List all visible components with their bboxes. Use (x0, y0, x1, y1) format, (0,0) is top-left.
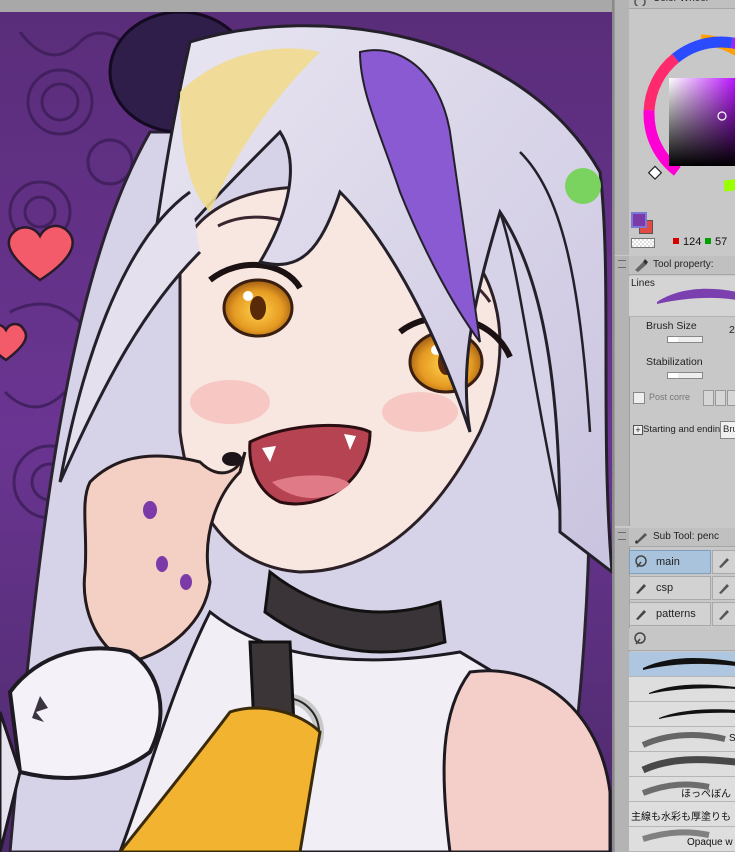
sub-tool-panel: Sub Tool: penc main csp patterns ほっぺぼん 主… (615, 528, 735, 852)
subtool-side-button[interactable] (712, 602, 735, 626)
brush-size-label: Brush Size (646, 320, 697, 332)
right-panel: Color Wheel (614, 0, 735, 852)
tool-property-strip[interactable] (615, 256, 630, 526)
sleeve-cuff (7, 646, 163, 780)
sub-tool-header[interactable]: Sub Tool: penc (629, 528, 735, 547)
brush-stroke-sample (643, 658, 735, 670)
blush-left (190, 380, 270, 424)
lines-label: Lines (631, 278, 655, 289)
red-dot-icon (673, 238, 679, 244)
subtool-group-label: main (656, 556, 680, 568)
canvas-top-bar (0, 0, 614, 12)
color-wheel-header[interactable]: Color Wheel (629, 0, 735, 9)
starting-ending-select[interactable]: Bru (720, 421, 735, 439)
brush-item-label: 主線も水彩も厚塗りも (631, 812, 731, 823)
brush-list-header (629, 628, 735, 651)
brush-item[interactable]: ほっぺぼん (629, 777, 735, 802)
subtool-group-label: csp (656, 582, 674, 594)
tool-property-title: Tool property: (653, 259, 714, 270)
brush-item[interactable] (629, 752, 735, 777)
hue-picker-handle[interactable] (647, 165, 663, 180)
color-wheel[interactable] (631, 34, 735, 194)
brush-group-icon (634, 555, 648, 569)
color-wheel-title: Color Wheel (653, 0, 708, 8)
brush-item[interactable]: 主線も水彩も厚塗りも (629, 802, 735, 827)
brush-item[interactable] (629, 702, 735, 727)
starting-ending-label: Starting and ending (643, 424, 726, 435)
post-correction-option-3[interactable] (727, 390, 735, 406)
brush-group-icon (633, 632, 647, 649)
tool-property-header[interactable]: Tool property: (629, 256, 735, 275)
pencil-icon (633, 530, 649, 544)
subtool-side-button[interactable] (712, 576, 735, 600)
brush-stroke-sample (641, 732, 726, 748)
brush-item[interactable] (629, 652, 735, 677)
pen-icon (634, 607, 648, 621)
brush-item-label: S (729, 733, 735, 744)
sub-tool-strip[interactable] (615, 528, 630, 852)
color-panel-strip[interactable] (615, 0, 630, 255)
grip-icon[interactable] (618, 260, 626, 268)
foreground-color-swatch[interactable] (631, 212, 647, 228)
pen-tool-icon (633, 258, 649, 272)
brush-preview-row[interactable]: Lines (629, 276, 735, 317)
post-correction-option-1[interactable] (703, 390, 714, 406)
brush-item[interactable] (629, 677, 735, 702)
brush-size-value: 2 (729, 324, 735, 336)
stabilization-row[interactable]: Stabilization (629, 352, 735, 388)
brush-stroke-sample (659, 709, 735, 719)
brush-stroke-sample (641, 756, 735, 774)
stabilization-label: Stabilization (646, 356, 703, 368)
drawing-canvas[interactable] (0, 0, 614, 852)
post-correction-option-2[interactable] (715, 390, 726, 406)
subtool-group-patterns[interactable]: patterns (629, 602, 711, 626)
brush-stroke-sample (649, 684, 735, 694)
blush-right (382, 392, 458, 432)
post-correction-checkbox[interactable] (633, 392, 645, 404)
grip-icon[interactable] (618, 532, 626, 540)
post-correction-label: Post corre (649, 392, 691, 402)
green-dot-icon (705, 238, 711, 244)
stabilization-slider[interactable] (667, 372, 703, 379)
subtool-group-label: patterns (656, 608, 696, 620)
brush-stroke-preview (657, 288, 735, 304)
pen-icon (634, 581, 648, 595)
brush-item-label: Opaque w (687, 837, 733, 848)
brush-item[interactable]: Opaque w (629, 827, 735, 852)
transparent-color-swatch[interactable] (631, 238, 655, 248)
starting-ending-row[interactable]: + Starting and ending Bru (629, 420, 735, 440)
post-correction-row[interactable]: Post corre (629, 388, 735, 408)
color-wheel-panel: Color Wheel (629, 0, 735, 255)
canvas-artwork[interactable] (0, 12, 612, 852)
expand-plus-icon[interactable]: + (633, 425, 643, 435)
subtool-side-button[interactable] (712, 550, 735, 574)
color-wheel-icon (633, 0, 649, 8)
green-mark (565, 168, 601, 204)
brush-size-slider[interactable] (667, 336, 703, 343)
brush-item[interactable]: S (629, 727, 735, 752)
subtool-group-main[interactable]: main (629, 550, 711, 574)
fg-bg-color-swatch[interactable] (629, 210, 659, 236)
brush-size-row[interactable]: Brush Size 2 (629, 316, 735, 352)
red-value: 124 (673, 236, 701, 248)
green-value: 57 (705, 236, 727, 248)
brush-item-label: ほっぺぼん (681, 789, 731, 800)
tool-property-panel: Tool property: Lines Brush Size 2 Stabil… (615, 256, 735, 526)
sub-tool-title: Sub Tool: penc (653, 531, 719, 542)
subtool-group-csp[interactable]: csp (629, 576, 711, 600)
